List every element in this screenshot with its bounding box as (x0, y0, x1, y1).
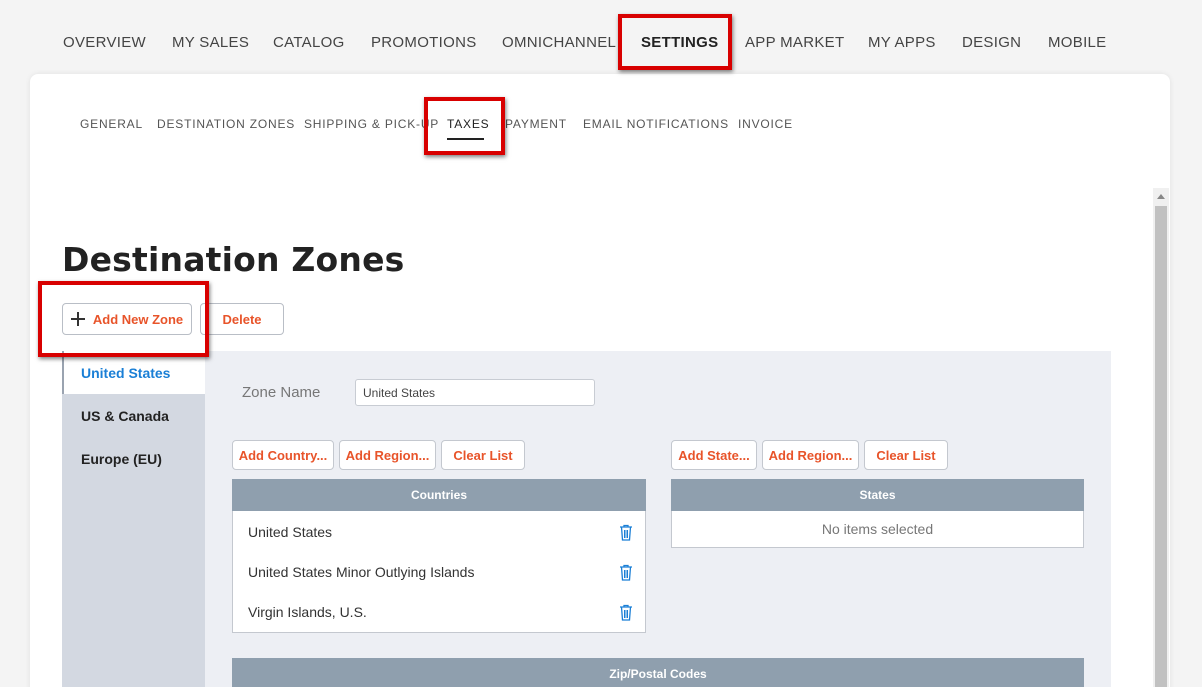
page-title: Destination Zones (62, 240, 405, 279)
list-item: United States Minor Outlying Islands (233, 552, 645, 592)
nav-catalog[interactable]: CATALOG (273, 34, 345, 51)
clear-countries-button[interactable]: Clear List (441, 440, 525, 470)
plus-icon (70, 312, 85, 326)
list-item: Virgin Islands, U.S. (233, 592, 645, 632)
zip-codes-header: Zip/Postal Codes (232, 658, 1084, 687)
subnav-general[interactable]: GENERAL (80, 117, 143, 131)
add-state-button[interactable]: Add State... (671, 440, 757, 470)
nav-app-market[interactable]: APP MARKET (745, 34, 844, 51)
active-tab-underline (447, 138, 484, 140)
add-country-button[interactable]: Add Country... (232, 440, 334, 470)
zone-name-label: Zone Name (242, 384, 321, 401)
nav-promotions[interactable]: PROMOTIONS (371, 34, 477, 51)
scrollbar-thumb[interactable] (1155, 206, 1167, 687)
subnav-taxes[interactable]: TAXES (447, 117, 489, 131)
trash-icon[interactable] (619, 524, 633, 541)
subnav-payment[interactable]: PAYMENT (505, 117, 567, 131)
nav-omnichannel[interactable]: OMNICHANNEL (502, 34, 616, 51)
delete-button[interactable]: Delete (200, 303, 284, 335)
add-region-states-button[interactable]: Add Region... (762, 440, 859, 470)
nav-mobile[interactable]: MOBILE (1048, 34, 1106, 51)
country-name: United States (248, 524, 333, 540)
page-scrollbar[interactable] (1153, 188, 1169, 687)
countries-list: United States United States Minor Outlyi… (232, 511, 646, 633)
add-new-zone-label: Add New Zone (92, 311, 184, 327)
zone-item-united-states[interactable]: United States (62, 351, 205, 394)
trash-icon[interactable] (619, 604, 633, 621)
subnav-invoice[interactable]: INVOICE (738, 117, 793, 131)
trash-icon[interactable] (619, 564, 633, 581)
subnav-shipping-pickup[interactable]: SHIPPING & PICK-UP (304, 117, 439, 131)
nav-my-apps[interactable]: MY APPS (868, 34, 936, 51)
country-name: Virgin Islands, U.S. (248, 604, 367, 620)
add-region-countries-button[interactable]: Add Region... (339, 440, 436, 470)
zone-item-europe-eu[interactable]: Europe (EU) (62, 437, 205, 480)
clear-states-button[interactable]: Clear List (864, 440, 948, 470)
add-new-zone-button[interactable]: Add New Zone (62, 303, 192, 335)
states-list: No items selected (671, 511, 1084, 548)
zone-name-input[interactable] (355, 379, 595, 406)
nav-settings[interactable]: SETTINGS (641, 34, 718, 51)
states-empty-message: No items selected (821, 521, 934, 537)
zones-list: United States US & Canada Europe (EU) (62, 351, 205, 687)
countries-header: Countries (232, 479, 646, 511)
country-name: United States Minor Outlying Islands (248, 564, 475, 580)
subnav-destination-zones[interactable]: DESTINATION ZONES (157, 117, 295, 131)
chevron-up-icon[interactable] (1157, 194, 1165, 199)
zone-item-us-canada[interactable]: US & Canada (62, 394, 205, 437)
nav-design[interactable]: DESIGN (962, 34, 1021, 51)
nav-overview[interactable]: OVERVIEW (63, 34, 146, 51)
nav-my-sales[interactable]: MY SALES (172, 34, 249, 51)
subnav-email-notifications[interactable]: EMAIL NOTIFICATIONS (583, 117, 729, 131)
list-item: United States (233, 512, 645, 552)
states-header: States (671, 479, 1084, 511)
